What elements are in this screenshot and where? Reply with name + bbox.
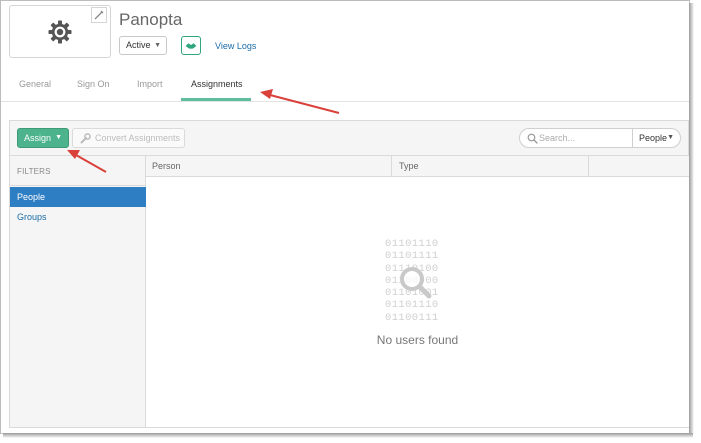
filters-heading: FILTERS xyxy=(17,167,51,176)
binary-line: 01101110 xyxy=(385,299,439,312)
wrench-icon xyxy=(80,133,91,144)
assign-button[interactable]: Assign ▼ xyxy=(17,128,69,148)
column-divider xyxy=(588,156,589,177)
status-dropdown[interactable]: Active ▼ xyxy=(119,36,167,55)
handshake-icon xyxy=(185,43,197,49)
search-input[interactable] xyxy=(539,131,625,145)
tab-assignments[interactable]: Assignments xyxy=(191,79,243,89)
window-shadow-right xyxy=(689,3,694,434)
search-scope-dropdown[interactable]: People ▼ xyxy=(632,128,681,148)
search-box[interactable] xyxy=(519,128,633,148)
app-title: Panopta xyxy=(119,10,183,29)
binary-line: 01101110 xyxy=(385,238,439,250)
column-divider xyxy=(391,156,392,177)
chevron-down-icon: ▼ xyxy=(154,42,161,49)
column-header-person[interactable]: Person xyxy=(152,161,181,171)
active-tab-indicator xyxy=(181,98,251,101)
filters-sidebar: FILTERS People Groups xyxy=(9,155,146,428)
assignments-table: Person Type 01101110 01101111 01110100 0… xyxy=(146,155,689,428)
status-value: Active xyxy=(126,40,151,50)
edit-logo-icon[interactable] xyxy=(91,7,107,23)
window-shadow-bottom xyxy=(3,433,693,438)
tab-sign-on[interactable]: Sign On xyxy=(77,79,110,89)
chevron-down-icon: ▼ xyxy=(667,134,674,141)
tab-general[interactable]: General xyxy=(19,79,51,89)
search-icon xyxy=(527,133,538,144)
convert-assignments-button[interactable]: Convert Assignments xyxy=(72,128,185,148)
gear-icon xyxy=(48,20,72,44)
column-header-type[interactable]: Type xyxy=(399,161,419,171)
push-groups-button[interactable] xyxy=(181,36,201,55)
assignments-toolbar: Assign ▼ Convert Assignments People ▼ xyxy=(9,120,689,155)
divider xyxy=(10,185,145,186)
empty-state-message: No users found xyxy=(376,333,459,347)
binary-line: 01100111 xyxy=(385,311,439,324)
app-window: Panopta Active ▼ View Logs General Sign … xyxy=(0,0,690,434)
chevron-down-icon: ▼ xyxy=(55,134,62,141)
tab-bar: General Sign On Import Assignments xyxy=(1,71,689,102)
view-logs-link[interactable]: View Logs xyxy=(215,41,256,51)
search-scope-value: People xyxy=(639,133,668,143)
binary-line: 01101111 xyxy=(385,250,439,263)
tab-import[interactable]: Import xyxy=(137,79,163,89)
filter-item-groups[interactable]: Groups xyxy=(10,207,146,227)
table-header: Person Type xyxy=(146,156,689,177)
magnifier-icon xyxy=(400,267,432,299)
assign-button-label: Assign xyxy=(24,133,52,143)
convert-button-label: Convert Assignments xyxy=(95,133,181,143)
filter-item-people[interactable]: People xyxy=(10,187,146,207)
